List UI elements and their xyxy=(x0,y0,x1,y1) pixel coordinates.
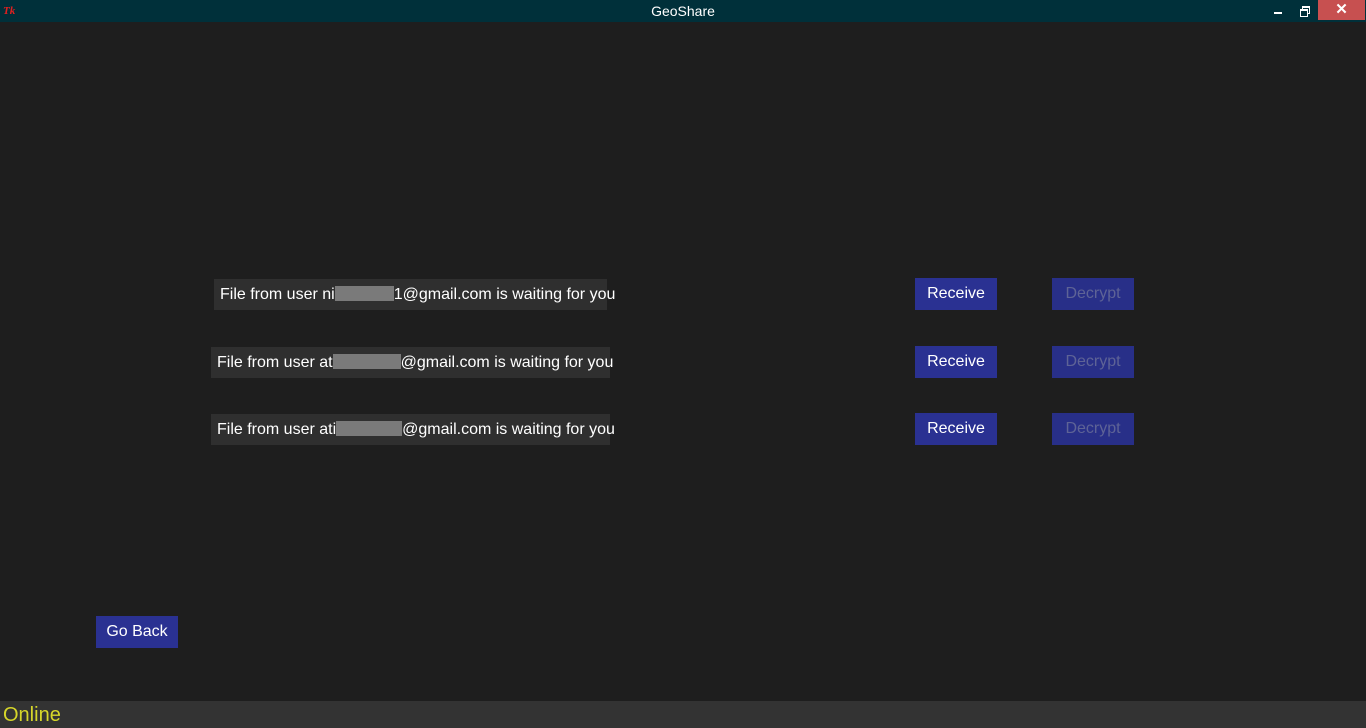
redacted-username xyxy=(332,354,401,369)
decrypt-button[interactable]: Decrypt xyxy=(1052,413,1134,445)
notification-text-prefix: File from user ni xyxy=(220,286,335,303)
receive-button[interactable]: Receive xyxy=(915,413,997,445)
restore-button[interactable] xyxy=(1291,0,1318,20)
connection-status: Online xyxy=(3,704,61,726)
receive-button[interactable]: Receive xyxy=(915,346,997,378)
close-button[interactable]: ✕ xyxy=(1318,0,1365,20)
redacted-username xyxy=(336,421,403,436)
title-bar[interactable]: Tk GeoShare ✕ xyxy=(0,0,1366,22)
file-notification-label: File from user ati @gmail.com is waiting … xyxy=(211,414,615,445)
notification-text-rest: 1@gmail.com is waiting for you xyxy=(393,286,616,303)
notification-text-prefix: File from user at xyxy=(217,354,333,371)
minimize-button[interactable] xyxy=(1264,0,1291,20)
redacted-username xyxy=(334,286,394,301)
decrypt-button[interactable]: Decrypt xyxy=(1052,278,1134,310)
receive-button[interactable]: Receive xyxy=(915,278,997,310)
file-notification-label: File from user at @gmail.com is waiting f… xyxy=(211,347,613,378)
app-window: Tk GeoShare ✕ File from user ni 1@gmail.c… xyxy=(0,0,1366,728)
notification-text-prefix: File from user ati xyxy=(217,421,337,438)
decrypt-button[interactable]: Decrypt xyxy=(1052,346,1134,378)
restore-icon xyxy=(1300,5,1310,17)
notification-text-rest: @gmail.com is waiting for you xyxy=(400,354,614,371)
window-title: GeoShare xyxy=(651,3,715,19)
go-back-button[interactable]: Go Back xyxy=(96,616,178,648)
minimize-icon xyxy=(1273,12,1282,14)
file-notification-label: File from user ni 1@gmail.com is waiting … xyxy=(214,279,615,310)
status-bar: Online xyxy=(0,701,1366,728)
close-icon: ✕ xyxy=(1335,1,1348,18)
notification-text-rest: @gmail.com is waiting for you xyxy=(402,421,615,438)
